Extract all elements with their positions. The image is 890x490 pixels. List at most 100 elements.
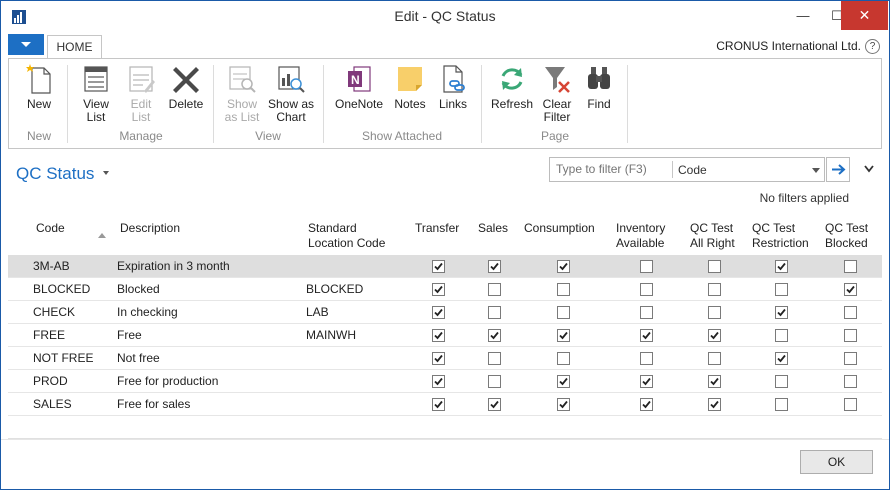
checkbox-sales[interactable]: [488, 398, 501, 411]
column-header-consumption[interactable]: Consumption: [524, 221, 595, 236]
cell-description[interactable]: Free: [117, 328, 142, 342]
column-header-transfer[interactable]: Transfer: [415, 221, 459, 236]
checkbox-inventory-available[interactable]: [640, 352, 653, 365]
cell-description[interactable]: Blocked: [117, 282, 160, 296]
table-row[interactable]: CHECK In checking LAB: [8, 301, 882, 324]
column-header-standard-location-code[interactable]: Standard Location Code: [308, 221, 385, 251]
company-name[interactable]: CRONUS International Ltd.: [701, 39, 861, 53]
checkbox-transfer[interactable]: [432, 260, 445, 273]
checkbox-consumption[interactable]: [557, 260, 570, 273]
checkbox-qc-test-restriction[interactable]: [775, 283, 788, 296]
checkbox-consumption[interactable]: [557, 306, 570, 319]
minimize-button[interactable]: —: [786, 1, 820, 30]
column-header-code[interactable]: Code: [36, 221, 65, 236]
column-header-description[interactable]: Description: [120, 221, 180, 236]
checkbox-qc-test-blocked[interactable]: [844, 329, 857, 342]
show-as-chart-button[interactable]: Show as Chart: [267, 63, 315, 124]
checkbox-qc-test-all-right[interactable]: [708, 283, 721, 296]
checkbox-transfer[interactable]: [432, 283, 445, 296]
checkbox-inventory-available[interactable]: [640, 260, 653, 273]
cell-code[interactable]: 3M-AB: [33, 259, 70, 273]
table-row[interactable]: SALES Free for sales: [8, 393, 882, 416]
checkbox-inventory-available[interactable]: [640, 306, 653, 319]
column-header-inventory-available[interactable]: Inventory Available: [616, 221, 665, 251]
cell-code[interactable]: NOT FREE: [33, 351, 93, 365]
find-button[interactable]: Find: [581, 63, 617, 111]
checkbox-qc-test-blocked[interactable]: [844, 398, 857, 411]
checkbox-qc-test-all-right[interactable]: [708, 352, 721, 365]
checkbox-transfer[interactable]: [432, 375, 445, 388]
checkbox-consumption[interactable]: [557, 375, 570, 388]
column-header-qc-test-all-right[interactable]: QC Test All Right: [690, 221, 735, 251]
filter-field-select[interactable]: Code: [678, 163, 707, 177]
cell-code[interactable]: BLOCKED: [33, 282, 90, 296]
checkbox-qc-test-all-right[interactable]: [708, 306, 721, 319]
cell-code[interactable]: SALES: [33, 397, 72, 411]
table-row[interactable]: BLOCKED Blocked BLOCKED: [8, 278, 882, 301]
cell-description[interactable]: Free for sales: [117, 397, 190, 411]
checkbox-qc-test-blocked[interactable]: [844, 283, 857, 296]
checkbox-qc-test-restriction[interactable]: [775, 375, 788, 388]
checkbox-qc-test-restriction[interactable]: [775, 329, 788, 342]
table-row[interactable]: FREE Free MAINWH: [8, 324, 882, 347]
checkbox-qc-test-restriction[interactable]: [775, 398, 788, 411]
checkbox-consumption[interactable]: [557, 352, 570, 365]
onenote-button[interactable]: N OneNote: [331, 63, 387, 111]
checkbox-qc-test-restriction[interactable]: [775, 306, 788, 319]
cell-description[interactable]: Expiration in 3 month: [117, 259, 230, 273]
chevron-down-icon[interactable]: [863, 163, 875, 175]
checkbox-qc-test-all-right[interactable]: [708, 375, 721, 388]
checkbox-transfer[interactable]: [432, 398, 445, 411]
checkbox-qc-test-blocked[interactable]: [844, 306, 857, 319]
checkbox-transfer[interactable]: [432, 352, 445, 365]
checkbox-qc-test-restriction[interactable]: [775, 352, 788, 365]
checkbox-qc-test-all-right[interactable]: [708, 398, 721, 411]
checkbox-qc-test-all-right[interactable]: [708, 260, 721, 273]
cell-code[interactable]: CHECK: [33, 305, 75, 319]
checkbox-qc-test-blocked[interactable]: [844, 260, 857, 273]
table-row[interactable]: NOT FREE Not free: [8, 347, 882, 370]
apply-filter-button[interactable]: [826, 157, 850, 182]
column-header-sales[interactable]: Sales: [478, 221, 508, 236]
checkbox-consumption[interactable]: [557, 283, 570, 296]
cell-location-code[interactable]: MAINWH: [306, 328, 356, 342]
checkbox-sales[interactable]: [488, 352, 501, 365]
cell-code[interactable]: FREE: [33, 328, 65, 342]
column-header-qc-test-restriction[interactable]: QC Test Restriction: [752, 221, 809, 251]
cell-code[interactable]: PROD: [33, 374, 68, 388]
checkbox-inventory-available[interactable]: [640, 283, 653, 296]
checkbox-inventory-available[interactable]: [640, 398, 653, 411]
cell-location-code[interactable]: LAB: [306, 305, 329, 319]
help-icon[interactable]: ?: [865, 39, 880, 54]
checkbox-sales[interactable]: [488, 306, 501, 319]
delete-button[interactable]: Delete: [165, 63, 207, 111]
new-button[interactable]: New: [19, 63, 59, 111]
notes-button[interactable]: Notes: [389, 63, 431, 111]
cell-description[interactable]: Free for production: [117, 374, 218, 388]
tab-home[interactable]: HOME: [47, 35, 102, 59]
cell-location-code[interactable]: BLOCKED: [306, 282, 363, 296]
page-title[interactable]: QC Status: [16, 164, 94, 184]
filter-input[interactable]: [550, 158, 672, 181]
links-button[interactable]: Links: [433, 63, 473, 111]
checkbox-sales[interactable]: [488, 260, 501, 273]
table-row[interactable]: PROD Free for production: [8, 370, 882, 393]
table-row[interactable]: 3M-AB Expiration in 3 month: [8, 255, 882, 278]
clear-filter-button[interactable]: Clear Filter: [537, 63, 577, 124]
show-as-list-button[interactable]: Show as List: [221, 63, 263, 124]
checkbox-consumption[interactable]: [557, 398, 570, 411]
cell-description[interactable]: Not free: [117, 351, 160, 365]
checkbox-transfer[interactable]: [432, 329, 445, 342]
checkbox-inventory-available[interactable]: [640, 329, 653, 342]
checkbox-qc-test-blocked[interactable]: [844, 375, 857, 388]
edit-list-button[interactable]: Edit List: [121, 63, 161, 124]
page-title-dropdown-icon[interactable]: [103, 171, 109, 175]
checkbox-sales[interactable]: [488, 329, 501, 342]
cell-description[interactable]: In checking: [117, 305, 178, 319]
checkbox-qc-test-all-right[interactable]: [708, 329, 721, 342]
checkbox-transfer[interactable]: [432, 306, 445, 319]
checkbox-consumption[interactable]: [557, 329, 570, 342]
ok-button[interactable]: OK: [800, 450, 873, 474]
checkbox-sales[interactable]: [488, 283, 501, 296]
close-button[interactable]: ✕: [841, 1, 888, 30]
